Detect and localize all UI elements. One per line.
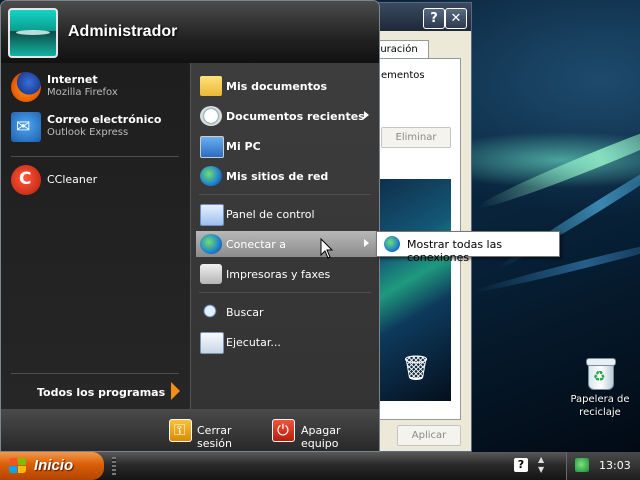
key-icon bbox=[169, 419, 192, 442]
submenu-arrow-icon bbox=[364, 239, 369, 247]
my-computer-icon bbox=[200, 136, 224, 158]
menu-item-printers[interactable]: Impresoras y faxes bbox=[196, 261, 376, 287]
start-menu-header: Administrador bbox=[1, 1, 379, 63]
menu-item-control-panel[interactable]: Panel de control bbox=[196, 201, 376, 227]
start-menu-footer: Cerrar sesión Apagar equipo bbox=[1, 409, 379, 451]
menu-item-label: Impresoras y faxes bbox=[226, 268, 331, 281]
submenu-item-show-all-connections[interactable]: Mostrar todas las conexiones bbox=[407, 238, 559, 264]
start-button[interactable]: Inicio bbox=[0, 452, 104, 480]
aplicar-button[interactable]: Aplicar bbox=[397, 425, 461, 446]
menu-item-subtitle: Outlook Express bbox=[47, 127, 129, 138]
menu-item-network-places[interactable]: Mis sitios de red bbox=[196, 163, 376, 189]
menu-item-my-documents[interactable]: Mis documentos bbox=[196, 73, 376, 99]
start-menu: Administrador Internet Mozilla Firefox C… bbox=[0, 0, 380, 452]
separator bbox=[11, 156, 179, 157]
separator bbox=[199, 292, 371, 293]
menu-item-label: Buscar bbox=[226, 306, 264, 319]
network-tray-icon[interactable] bbox=[575, 458, 589, 472]
power-icon bbox=[272, 419, 295, 442]
logoff-button[interactable]: Cerrar sesión bbox=[169, 419, 269, 450]
menu-item-label: Mis documentos bbox=[226, 80, 327, 93]
firefox-icon bbox=[11, 72, 41, 102]
connect-to-icon bbox=[200, 234, 222, 254]
menu-item-recent-documents[interactable]: Documentos recientes bbox=[196, 103, 376, 129]
close-button[interactable]: ✕ bbox=[445, 8, 467, 29]
menu-item-label: Conectar a bbox=[226, 238, 287, 251]
recycle-bin-shortcut[interactable]: ♻ Papelera de reciclaje bbox=[566, 356, 634, 419]
menu-item-email[interactable]: Correo electrónico Outlook Express bbox=[7, 111, 185, 143]
arrow-right-icon[interactable] bbox=[171, 382, 180, 400]
printers-icon bbox=[200, 264, 222, 284]
menu-item-label: Documentos recientes bbox=[226, 110, 365, 123]
separator bbox=[199, 194, 371, 195]
menu-item-title: Correo electrónico bbox=[47, 113, 162, 126]
help-icon[interactable]: ? bbox=[514, 458, 528, 472]
shutdown-label: Apagar equipo bbox=[301, 424, 341, 450]
user-avatar bbox=[8, 8, 58, 58]
menu-item-my-computer[interactable]: Mi PC bbox=[196, 133, 376, 159]
eliminar-button[interactable]: Eliminar bbox=[381, 127, 451, 148]
recent-documents-icon bbox=[200, 106, 222, 126]
help-button[interactable]: ? bbox=[423, 8, 445, 29]
system-tray: 13:03 bbox=[566, 452, 640, 480]
recycle-bin-label: Papelera de reciclaje bbox=[570, 394, 630, 418]
my-documents-icon bbox=[200, 76, 222, 96]
background-window: ? ✕ guración ementos Eliminar 🗑 Aplicar bbox=[370, 2, 472, 452]
menu-item-connect-to[interactable]: Conectar a bbox=[196, 231, 376, 257]
separator bbox=[11, 373, 179, 374]
shutdown-button[interactable]: Apagar equipo bbox=[272, 419, 378, 450]
menu-item-internet[interactable]: Internet Mozilla Firefox bbox=[7, 71, 185, 103]
connect-to-submenu: Mostrar todas las conexiones bbox=[376, 231, 560, 264]
run-icon bbox=[200, 332, 224, 354]
menu-item-search[interactable]: Buscar bbox=[196, 299, 376, 325]
clock[interactable]: 13:03 bbox=[599, 459, 631, 472]
taskbar-grip[interactable] bbox=[112, 457, 116, 475]
menu-item-label: Mi PC bbox=[226, 140, 261, 153]
start-label: Inicio bbox=[34, 457, 74, 474]
outlook-express-icon bbox=[11, 112, 41, 142]
menu-item-run[interactable]: Ejecutar... bbox=[196, 329, 376, 355]
ccleaner-icon bbox=[11, 165, 41, 195]
menu-item-label: Mis sitios de red bbox=[226, 170, 329, 183]
submenu-arrow-icon bbox=[364, 111, 369, 119]
menu-item-label: Panel de control bbox=[226, 208, 315, 221]
menu-item-ccleaner[interactable]: CCleaner bbox=[7, 164, 185, 196]
tray-scroll-icon[interactable]: ▲ ▼ bbox=[538, 455, 544, 475]
taskbar: Inicio ? ▲ ▼ 13:03 bbox=[0, 452, 640, 480]
windows-logo-icon bbox=[9, 458, 27, 474]
menu-item-subtitle: Mozilla Firefox bbox=[47, 87, 118, 98]
wallpaper-preview: 🗑 bbox=[379, 179, 451, 401]
all-programs-button[interactable]: Todos los programas bbox=[37, 386, 165, 399]
menu-item-title: Internet bbox=[47, 73, 98, 86]
panel-text: ementos bbox=[381, 70, 425, 81]
network-places-icon bbox=[200, 166, 222, 186]
network-connections-icon bbox=[384, 236, 400, 252]
search-icon bbox=[200, 302, 222, 322]
logoff-label: Cerrar sesión bbox=[197, 424, 232, 450]
control-panel-icon bbox=[200, 204, 224, 226]
menu-item-title: CCleaner bbox=[47, 173, 98, 186]
menu-item-label: Ejecutar... bbox=[226, 336, 281, 349]
user-name: Administrador bbox=[68, 23, 178, 40]
recycle-bin-icon: 🗑 bbox=[401, 354, 432, 382]
recycle-bin-icon: ♻ bbox=[585, 356, 616, 390]
